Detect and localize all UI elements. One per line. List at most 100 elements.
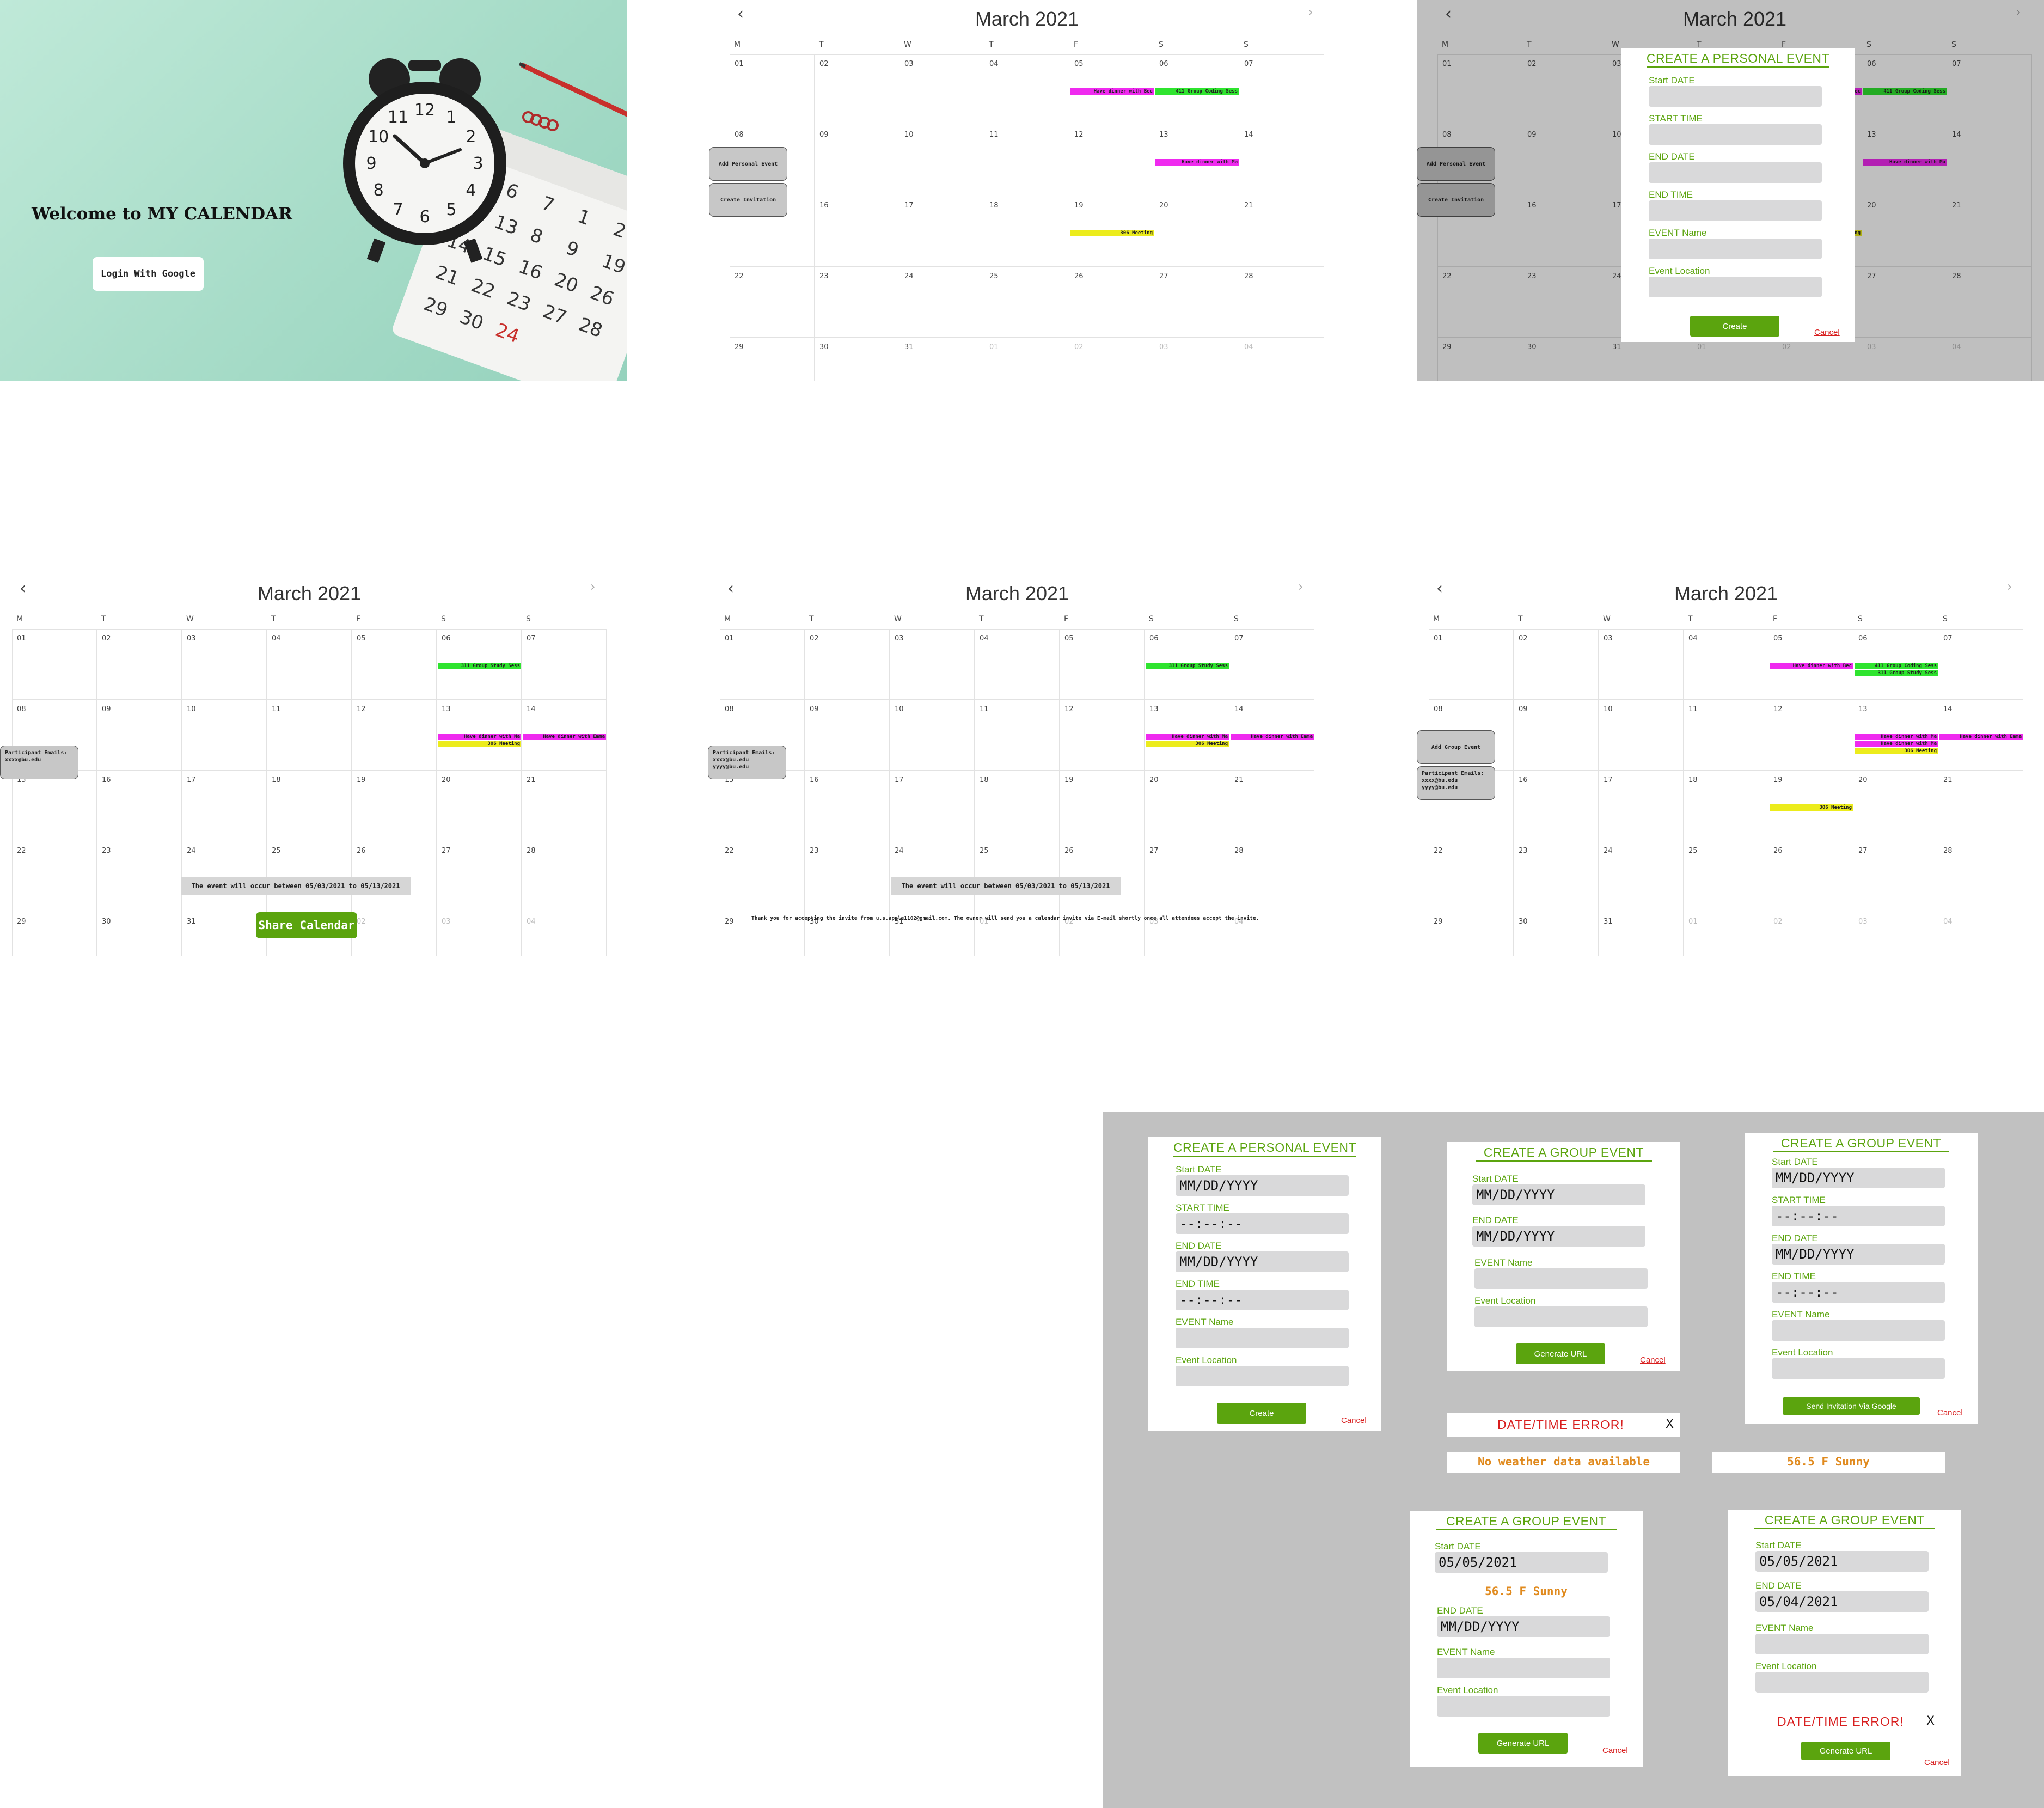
day-cell[interactable]: 17 [182, 771, 267, 841]
add-personal-event-button[interactable]: Add Personal Event [709, 147, 787, 181]
day-cell[interactable]: 31 [1599, 912, 1684, 956]
end-date-input[interactable]: MM/DD/YYYY [1176, 1251, 1349, 1272]
day-cell[interactable]: 18 [267, 771, 352, 841]
end-time-input[interactable]: --:--:-- [1772, 1282, 1945, 1303]
day-cell[interactable]: 26 [1069, 267, 1154, 338]
day-cell[interactable]: 01 [730, 54, 815, 125]
day-cell[interactable]: 12 [1069, 125, 1154, 196]
day-cell[interactable]: 01 [984, 338, 1069, 381]
day-cell[interactable]: 12 [1768, 700, 1853, 771]
day-cell[interactable]: 04 [1938, 912, 2023, 956]
calendar-event[interactable]: 306 Meeting [1770, 804, 1853, 811]
day-cell[interactable]: 28 [522, 841, 607, 912]
day-cell[interactable]: 20 [1853, 771, 1938, 841]
event-location-input[interactable] [1176, 1366, 1349, 1386]
day-cell[interactable]: 03 [890, 629, 975, 700]
event-location-input[interactable] [1474, 1306, 1648, 1327]
calendar-event[interactable]: Have dinner with Bec [1770, 663, 1853, 669]
calendar-event[interactable]: Have dinner with Ma [1855, 741, 1938, 747]
day-cell[interactable]: 02 [805, 629, 890, 700]
day-cell[interactable]: 20 [437, 771, 522, 841]
day-cell[interactable]: 17 [1599, 771, 1684, 841]
day-cell[interactable]: 01 [720, 629, 805, 700]
calendar-event[interactable]: Have dinner with Ma [438, 734, 521, 740]
day-cell[interactable]: 07 [1229, 629, 1314, 700]
start-date-input[interactable]: 05/05/2021 [1755, 1551, 1929, 1572]
day-cell[interactable]: 09 [815, 125, 899, 196]
day-cell[interactable]: 27 [1154, 267, 1239, 338]
day-cell[interactable]: 02 [352, 912, 437, 956]
calendar-event[interactable]: 311 Group Study Sess [438, 663, 521, 669]
day-cell[interactable]: 03 [182, 629, 267, 700]
day-cell[interactable]: 29 [12, 912, 97, 956]
day-cell[interactable]: 04 [1684, 629, 1768, 700]
start-time-input[interactable] [1649, 124, 1822, 145]
day-cell[interactable]: 14 [1239, 125, 1324, 196]
day-cell[interactable]: 09 [1514, 700, 1599, 771]
start-time-input[interactable]: --:--:-- [1772, 1206, 1945, 1226]
event-location-input[interactable] [1437, 1696, 1610, 1717]
day-cell[interactable]: 22 [1429, 841, 1514, 912]
end-date-input[interactable]: MM/DD/YYYY [1472, 1226, 1645, 1247]
day-cell[interactable]: 16 [805, 771, 890, 841]
close-icon[interactable]: X [1666, 1418, 1674, 1431]
generate-url-button[interactable]: Generate URL [1801, 1742, 1890, 1760]
day-cell[interactable]: 10 [182, 700, 267, 771]
day-cell[interactable]: 23 [1514, 841, 1599, 912]
day-cell[interactable]: 24 [182, 841, 267, 912]
day-cell[interactable]: 10 [890, 700, 975, 771]
day-cell[interactable]: 17 [899, 196, 984, 267]
day-cell[interactable]: 17 [890, 771, 975, 841]
calendar-event[interactable]: Have dinner with Ma [1155, 159, 1239, 166]
day-cell[interactable]: 29 [1429, 912, 1514, 956]
day-cell[interactable]: 26 [352, 841, 437, 912]
calendar-event[interactable]: 411 Group Coding Sess [1155, 88, 1239, 95]
day-cell[interactable]: 30 [1514, 912, 1599, 956]
day-cell[interactable]: 21 [522, 771, 607, 841]
start-date-input[interactable]: MM/DD/YYYY [1772, 1168, 1945, 1188]
day-cell[interactable]: 21 [1938, 771, 2023, 841]
day-cell[interactable]: 11 [984, 125, 1069, 196]
day-cell[interactable]: 02 [97, 629, 182, 700]
prev-month-icon[interactable]: ‹ [20, 579, 26, 598]
day-cell[interactable]: 01 [12, 629, 97, 700]
next-month-icon[interactable]: › [1308, 4, 1313, 20]
end-date-input[interactable] [1649, 162, 1822, 183]
start-date-input[interactable]: MM/DD/YYYY [1176, 1175, 1349, 1196]
cancel-link[interactable]: Cancel [1937, 1408, 1963, 1418]
prev-month-icon[interactable]: ‹ [737, 4, 744, 23]
event-name-input[interactable] [1755, 1634, 1929, 1654]
day-cell[interactable]: 16 [815, 196, 899, 267]
event-name-input[interactable] [1176, 1328, 1349, 1348]
generate-url-button[interactable]: Generate URL [1478, 1733, 1568, 1754]
cancel-link[interactable]: Cancel [1341, 1416, 1367, 1425]
calendar-event[interactable]: 306 Meeting [438, 741, 521, 747]
login-with-google-button[interactable]: Login With Google [93, 257, 204, 291]
day-cell[interactable]: 04 [1239, 338, 1324, 381]
day-cell[interactable]: 11 [1684, 700, 1768, 771]
day-cell[interactable]: 05 [352, 629, 437, 700]
calendar-event[interactable]: 411 Group Coding Sess [1855, 663, 1938, 669]
day-cell[interactable]: 03 [437, 912, 522, 956]
day-cell[interactable]: 05 [1060, 629, 1145, 700]
next-month-icon[interactable]: › [1298, 579, 1303, 594]
event-location-input[interactable] [1772, 1358, 1945, 1379]
create-button[interactable]: Create [1690, 316, 1779, 337]
participant-emails-box[interactable]: Participant Emails: xxxx@bu.edu [0, 746, 78, 779]
day-cell[interactable]: 18 [1684, 771, 1768, 841]
start-date-input[interactable] [1649, 86, 1822, 107]
day-cell[interactable]: 28 [1938, 841, 2023, 912]
day-cell[interactable]: 28 [1239, 267, 1324, 338]
day-cell[interactable]: 04 [984, 54, 1069, 125]
day-cell[interactable]: 22 [730, 267, 815, 338]
day-cell[interactable]: 03 [1599, 629, 1684, 700]
cancel-link[interactable]: Cancel [1924, 1758, 1950, 1767]
day-cell[interactable]: 15 [720, 771, 805, 841]
day-cell[interactable]: 29 [730, 338, 815, 381]
day-cell[interactable]: 01 [1429, 629, 1514, 700]
day-cell[interactable]: 16 [1514, 771, 1599, 841]
day-cell[interactable]: 09 [805, 700, 890, 771]
day-cell[interactable]: 12 [352, 700, 437, 771]
day-cell[interactable]: 26 [1768, 841, 1853, 912]
next-month-icon[interactable]: › [2007, 579, 2012, 594]
